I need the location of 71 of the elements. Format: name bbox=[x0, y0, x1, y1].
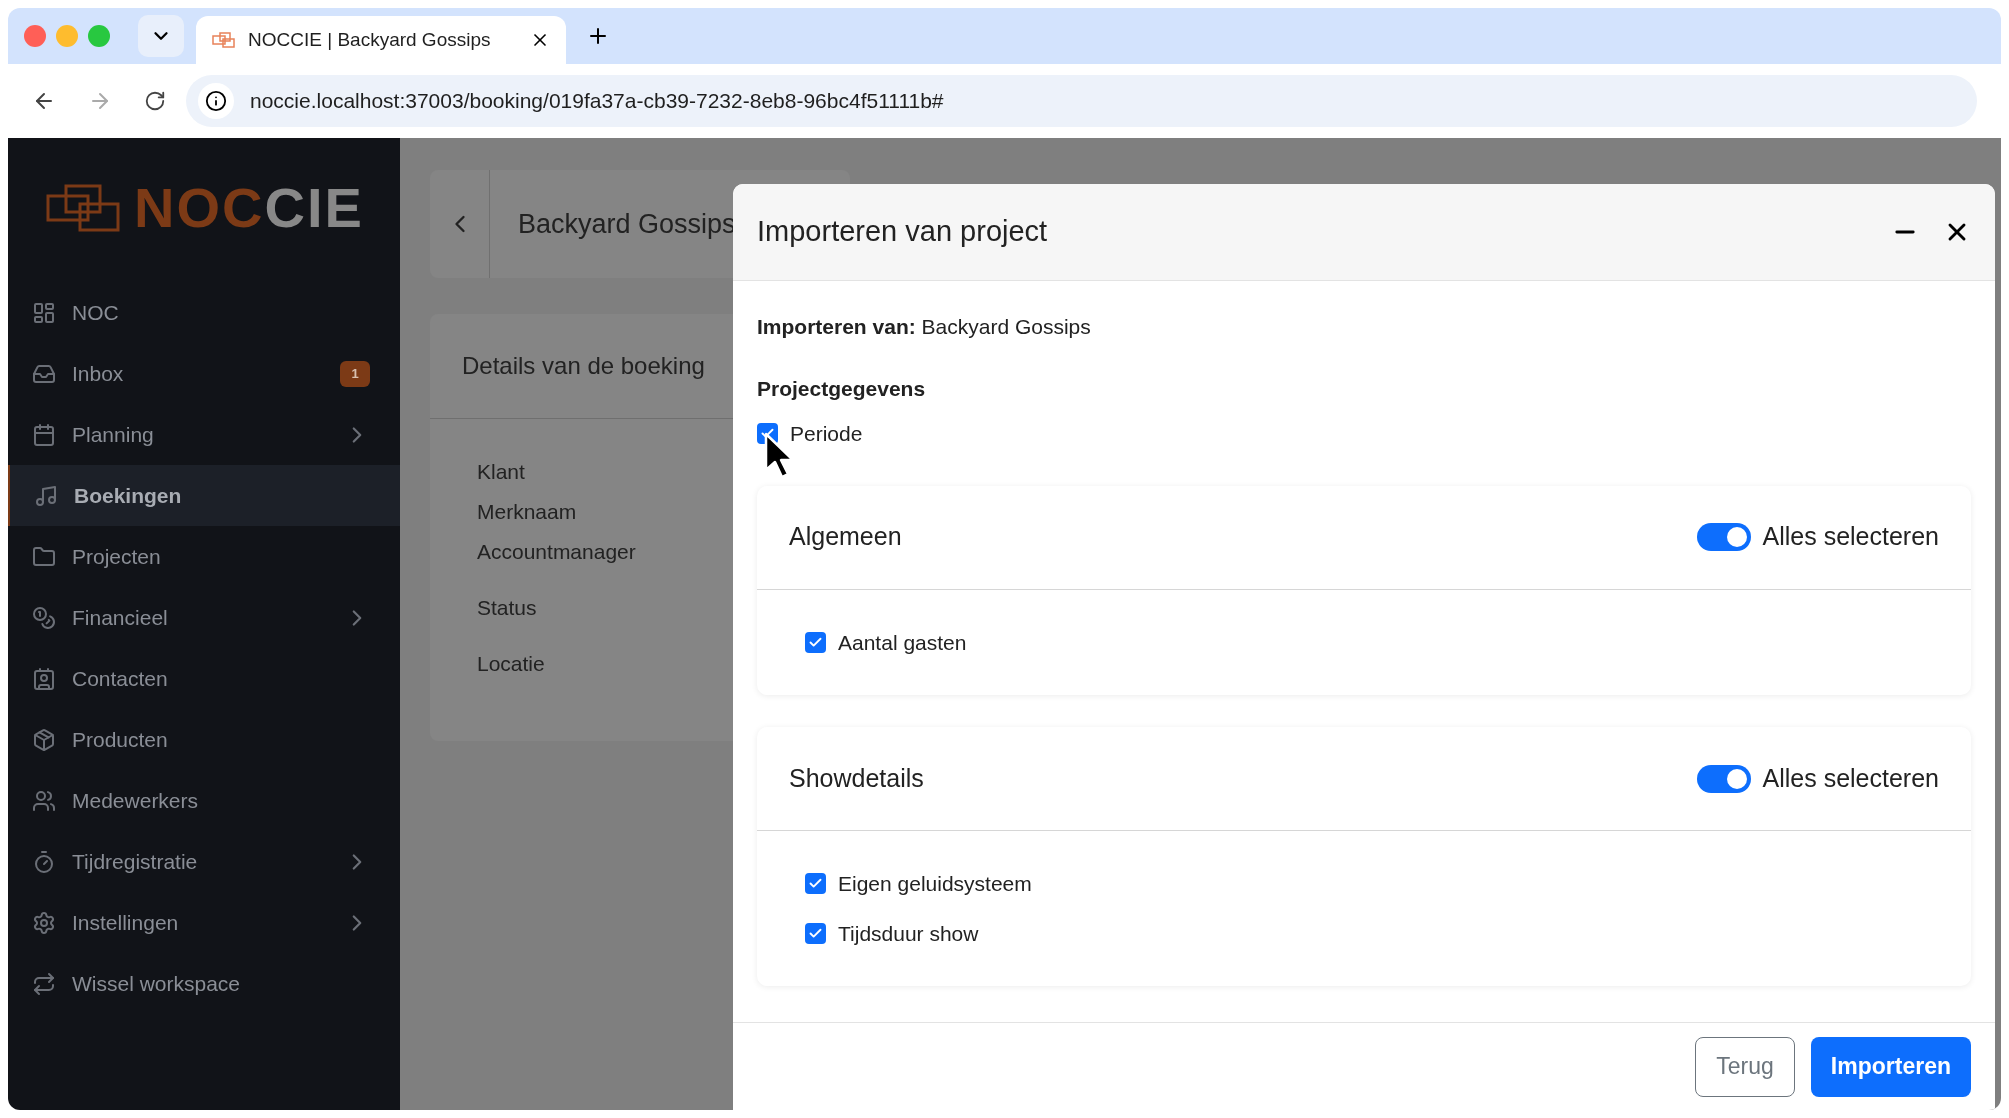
checkbox-label: Periode bbox=[790, 421, 863, 447]
sidebar-item[interactable]: Wissel workspace bbox=[8, 953, 400, 1014]
checkbox[interactable] bbox=[805, 873, 826, 895]
count-badge: 1 bbox=[340, 360, 370, 387]
sidebar-label: Instellingen bbox=[72, 909, 180, 936]
sidebar-item[interactable]: Planning bbox=[8, 404, 400, 465]
sidebar-label: Planning bbox=[72, 421, 155, 448]
sidebar-item[interactable]: Inbox 1 bbox=[8, 343, 400, 404]
calendar-icon bbox=[32, 422, 56, 447]
url-text: noccie.localhost:37003/booking/019fa37a-cb39-7232-8eb8-96bc4f51111b# bbox=[250, 88, 944, 115]
toggle-switch[interactable] bbox=[1696, 523, 1751, 551]
dashboard-icon bbox=[32, 300, 56, 325]
sidebar-label: NOC bbox=[72, 299, 120, 326]
checkbox[interactable] bbox=[805, 631, 826, 653]
field-label: Klant bbox=[477, 459, 526, 485]
logo-icon bbox=[212, 32, 236, 48]
sidebar-item[interactable]: Projecten bbox=[8, 526, 400, 587]
sidebar-label: Tijdregistratie bbox=[72, 848, 199, 875]
sidebar-label: Wissel workspace bbox=[72, 970, 242, 997]
sidebar-item[interactable]: NOC bbox=[8, 282, 400, 343]
import-button[interactable]: Importeren bbox=[1810, 1036, 1971, 1097]
reload-icon[interactable] bbox=[144, 90, 166, 112]
group-title: Showdetails bbox=[789, 762, 925, 794]
timer-icon bbox=[32, 849, 56, 874]
sidebar-item[interactable]: Contacten bbox=[8, 648, 400, 709]
field-label: Locatie bbox=[477, 651, 546, 677]
info-icon[interactable] bbox=[205, 90, 227, 112]
logo-text: NOCCIE bbox=[134, 180, 364, 236]
contact-card-icon bbox=[32, 666, 56, 691]
address-bar[interactable]: noccie.localhost:37003/booking/019fa37a-cb39-7232-8eb8-96bc4f51111b# bbox=[186, 75, 1977, 127]
toggle-label: Alles selecteren bbox=[1762, 762, 1939, 794]
sidebar-item[interactable]: Instellingen bbox=[8, 892, 400, 953]
field-label: Accountmanager bbox=[477, 539, 637, 565]
music-icon bbox=[34, 483, 58, 508]
card-title: Details van de boeking bbox=[462, 351, 705, 381]
logo-icon bbox=[46, 182, 122, 234]
folder-icon bbox=[32, 544, 56, 569]
tab-title: NOCCIE | Backyard Gossips bbox=[248, 27, 492, 52]
field-label: Status bbox=[477, 595, 538, 621]
gear-icon bbox=[32, 910, 56, 935]
sidebar-item[interactable]: Medewerkers bbox=[8, 770, 400, 831]
sidebar-label: Financieel bbox=[72, 604, 169, 631]
sidebar-label: Projecten bbox=[72, 543, 162, 570]
toggle-switch[interactable] bbox=[1696, 764, 1751, 793]
source-text: Importeren van: Backyard Gossips bbox=[757, 314, 1092, 340]
page-title: Backyard Gossips bbox=[517, 207, 736, 241]
group-title: Algemeen bbox=[789, 521, 903, 553]
field-label: Merknaam bbox=[477, 499, 578, 525]
back-button[interactable]: Terug bbox=[1695, 1036, 1795, 1097]
checkbox-label: Aantal gasten bbox=[838, 629, 967, 656]
checkbox[interactable] bbox=[805, 922, 826, 944]
checkbox-label: Tijdsduur show bbox=[838, 920, 979, 947]
close-window-icon[interactable] bbox=[24, 25, 46, 47]
sidebar-label: Medewerkers bbox=[72, 787, 200, 814]
section-title: Projectgegevens bbox=[757, 375, 927, 402]
package-icon bbox=[32, 727, 56, 752]
coins-icon bbox=[32, 605, 56, 630]
sidebar-label: Boekingen bbox=[74, 482, 183, 509]
sidebar-label: Producten bbox=[72, 726, 169, 753]
repeat-icon bbox=[32, 971, 56, 996]
people-icon bbox=[32, 788, 56, 813]
dialog-title: Importeren van project bbox=[757, 214, 1049, 250]
sidebar-label: Inbox bbox=[72, 360, 125, 387]
checkbox-label: Eigen geluidsysteem bbox=[838, 871, 1032, 897]
sidebar-item[interactable]: Producten bbox=[8, 709, 400, 770]
sidebar-item[interactable]: Boekingen bbox=[8, 465, 400, 526]
sidebar-item[interactable]: Tijdregistratie bbox=[8, 831, 400, 892]
sidebar-item[interactable]: Financieel bbox=[8, 587, 400, 648]
toggle-label: Alles selecteren bbox=[1762, 521, 1939, 553]
browser-tab[interactable]: NOCCIE | Backyard Gossips bbox=[196, 16, 566, 64]
sidebar-label: Contacten bbox=[72, 665, 169, 692]
